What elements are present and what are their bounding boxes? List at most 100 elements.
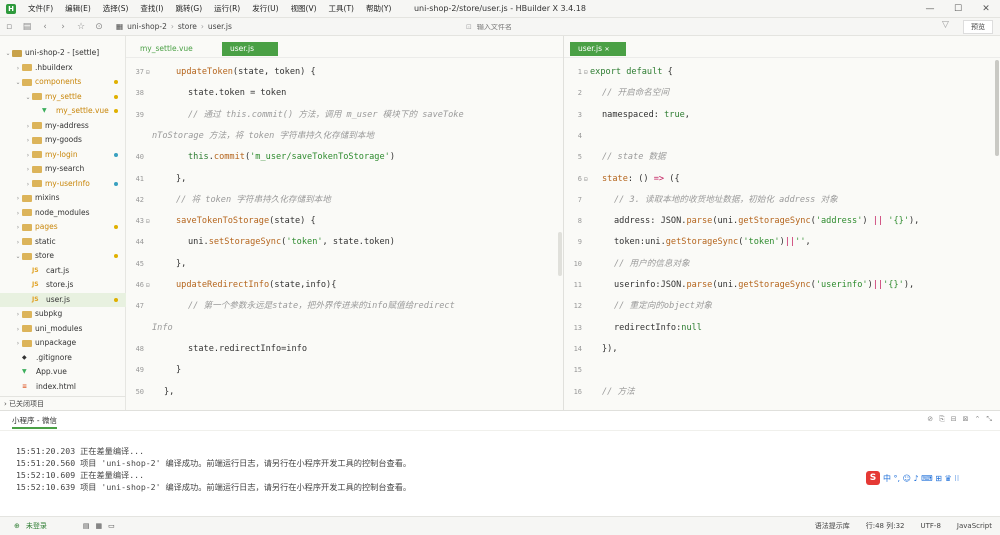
terminal-icon[interactable]: ▭ xyxy=(108,517,115,535)
code-line[interactable]: 8 address: JSON.parse(uni.getStorageSync(… xyxy=(564,211,1000,232)
code-line[interactable]: 14}), xyxy=(564,339,1000,360)
encoding[interactable]: UTF-8 xyxy=(921,517,941,535)
menu-item[interactable]: 发行(U) xyxy=(246,3,284,14)
menu-item[interactable]: 帮助(Y) xyxy=(360,3,397,14)
file-search-input[interactable] xyxy=(476,23,777,31)
tab-close-icon[interactable]: ✕ xyxy=(604,46,609,53)
code-line[interactable]: 40 this.commit('m_user/saveTokenToStorage… xyxy=(126,147,563,168)
chevron-down-icon[interactable]: ⌄ xyxy=(14,250,22,264)
tree-folder[interactable]: › node_modules xyxy=(0,206,126,220)
fold-icon[interactable]: ⊟ xyxy=(146,62,150,83)
tree-folder[interactable]: › .hbuilderx xyxy=(0,61,126,75)
maximize-icon[interactable]: ☐ xyxy=(944,0,972,18)
chevron-right-icon[interactable]: › xyxy=(24,134,32,148)
tree-folder[interactable]: › my-address xyxy=(0,119,126,133)
tree-file[interactable]: JS store.js xyxy=(0,278,126,292)
code-line[interactable]: 49} xyxy=(126,360,563,381)
breadcrumb-item[interactable]: user.js xyxy=(208,22,232,31)
chevron-right-icon[interactable]: › xyxy=(24,149,32,163)
code-line[interactable]: 11 userinfo:JSON.parse(uni.getStorageSync… xyxy=(564,275,1000,296)
closed-projects[interactable]: › 已关闭项目 xyxy=(0,396,126,410)
tree-file[interactable]: JS cart.js xyxy=(0,264,126,278)
code-line[interactable]: Info xyxy=(126,318,563,339)
copy-icon[interactable]: ⎘ xyxy=(939,415,945,424)
chevron-right-icon[interactable]: › xyxy=(14,323,22,337)
menu-item[interactable]: 选择(S) xyxy=(97,3,135,14)
code-line[interactable]: 43 ⊟ saveTokenToStorage(state) { xyxy=(126,211,563,232)
fold-icon[interactable]: ⊟ xyxy=(584,169,588,190)
back-icon[interactable]: ‹ xyxy=(36,22,54,32)
code-line[interactable]: 50}, xyxy=(126,382,563,403)
chevron-right-icon[interactable]: › xyxy=(14,192,22,206)
chevron-down-icon[interactable]: ⌄ xyxy=(4,47,12,61)
syntax-hint[interactable]: 语法提示库 xyxy=(815,517,850,535)
code-line[interactable]: 48 state.redirectInfo=info xyxy=(126,339,563,360)
tab-user-js[interactable]: user.js xyxy=(222,42,278,56)
left-scrollbar[interactable] xyxy=(558,232,562,276)
code-line[interactable]: 2 // 开启命名空间 xyxy=(564,83,1000,104)
chevron-right-icon[interactable]: › xyxy=(24,178,32,192)
tree-folder[interactable]: › my-login xyxy=(0,148,126,162)
tree-file[interactable]: ▼ App.vue xyxy=(0,365,126,379)
filter-icon[interactable]: ▽ xyxy=(942,20,949,30)
preview-button[interactable]: 预览 xyxy=(963,20,993,34)
chevron-down-icon[interactable]: ⌄ xyxy=(24,91,32,105)
menu-item[interactable]: 运行(R) xyxy=(208,3,246,14)
console-tab[interactable]: 小程序 - 微信 xyxy=(0,411,1000,431)
code-line[interactable]: 37 ⊟ updateToken(state, token) { xyxy=(126,62,563,83)
code-line[interactable]: 5 // state 数据 xyxy=(564,147,1000,168)
code-line[interactable]: 7 // 3. 读取本地的收货地址数据，初始化 address 对象 xyxy=(564,190,1000,211)
chevron-right-icon[interactable]: › xyxy=(14,221,22,235)
tree-folder[interactable]: ⌄ uni-shop-2 - [settle] xyxy=(0,46,126,60)
tree-folder[interactable]: › my-goods xyxy=(0,133,126,147)
menu-item[interactable]: 工具(T) xyxy=(323,3,360,14)
code-line[interactable]: 6 ⊟ state: () => ({ xyxy=(564,169,1000,190)
tree-file[interactable]: ▼ my_settle.vue xyxy=(0,104,126,118)
code-line[interactable]: 39 // 通过 this.commit() 方法，调用 m_user 模块下的 … xyxy=(126,105,563,126)
right-scrollbar[interactable] xyxy=(995,60,999,156)
tab-user-js[interactable]: user.js ✕ xyxy=(570,42,626,56)
fold-icon[interactable]: ⊟ xyxy=(584,62,588,83)
tree-file[interactable]: ◆ .gitignore xyxy=(0,351,126,365)
menu-item[interactable]: 编辑(E) xyxy=(59,3,97,14)
tree-folder[interactable]: › unpackage xyxy=(0,336,126,350)
layout-icon[interactable]: ▦ xyxy=(96,517,103,535)
chevron-right-icon[interactable]: › xyxy=(24,120,32,134)
code-line[interactable]: 12 // 重定向的object对象 xyxy=(564,296,1000,317)
chevron-right-icon[interactable]: › xyxy=(14,308,22,322)
minimize-icon[interactable]: — xyxy=(916,0,944,18)
code-line[interactable]: 13 redirectInfo:null xyxy=(564,318,1000,339)
cursor-position[interactable]: 行:48 列:32 xyxy=(866,517,905,535)
tree-file[interactable]: JS user.js xyxy=(0,292,126,307)
tree-folder[interactable]: › mixins xyxy=(0,191,126,205)
tree-folder[interactable]: ⌄ store xyxy=(0,249,126,263)
clear-icon[interactable]: ⊘ xyxy=(927,415,933,424)
new-file-icon[interactable]: ▫ xyxy=(0,22,18,32)
menu-item[interactable]: 视图(V) xyxy=(285,3,323,14)
code-line[interactable]: 47 // 第一个参数永远是state，把外界传进来的info赋值给redirec… xyxy=(126,296,563,317)
tree-folder[interactable]: › my-search xyxy=(0,162,126,176)
save-icon[interactable]: ▤ xyxy=(18,22,36,32)
ime-toolbar[interactable]: S 中 °, ☺ ♪ ⌨ ⊞ ♛ ⁝⁝ xyxy=(866,469,998,487)
panel-toggle-icon[interactable]: ▤ xyxy=(83,517,90,535)
code-line[interactable]: 15 xyxy=(564,360,1000,381)
run-icon[interactable]: ⊙ xyxy=(90,22,108,32)
menu-item[interactable]: 跳转(G) xyxy=(169,3,208,14)
forward-icon[interactable]: › xyxy=(54,22,72,32)
tree-folder[interactable]: › static xyxy=(0,235,126,249)
code-line[interactable]: 38 state.token = token xyxy=(126,83,563,104)
chevron-right-icon[interactable]: › xyxy=(14,337,22,351)
tree-folder[interactable]: › uni_modules xyxy=(0,322,126,336)
tab-my-settle-vue[interactable]: my_settle.vue xyxy=(132,42,201,56)
tree-folder[interactable]: ⌄ components xyxy=(0,75,126,89)
chevron-down-icon[interactable]: ⌄ xyxy=(14,76,22,90)
menu-item[interactable]: 文件(F) xyxy=(22,3,59,14)
tree-folder[interactable]: › subpkg xyxy=(0,307,126,321)
star-icon[interactable]: ☆ xyxy=(72,22,90,32)
stop-icon[interactable]: ⊠ xyxy=(963,415,969,424)
file-search[interactable]: ⊡ xyxy=(466,21,946,33)
filter-icon[interactable]: ⊟ xyxy=(951,415,957,424)
code-line[interactable]: 4 xyxy=(564,126,1000,147)
tree-folder[interactable]: › pages xyxy=(0,220,126,234)
chevron-right-icon[interactable]: › xyxy=(14,62,22,76)
